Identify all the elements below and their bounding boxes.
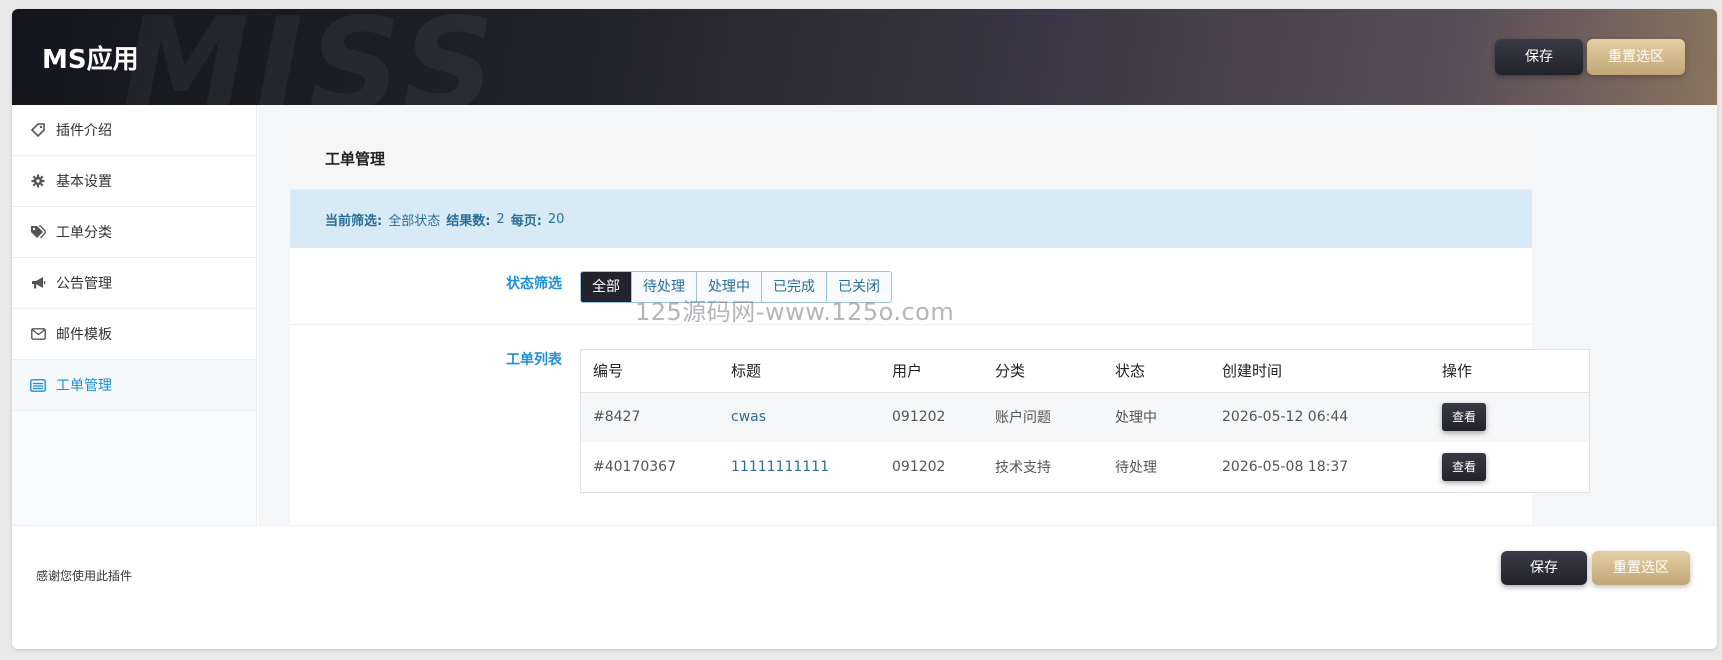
- view-ticket-button[interactable]: 查看: [1442, 453, 1486, 481]
- footer-reset-button[interactable]: 重置选区: [1592, 551, 1690, 585]
- sidebar-item-label: 工单管理: [56, 378, 112, 394]
- site-watermark: 125源码网-www.125o.com: [635, 298, 955, 326]
- ticket-title-link[interactable]: 11111111111: [731, 459, 829, 475]
- ticket-user: 091202: [892, 459, 946, 475]
- ticket-id: #8427: [581, 392, 719, 442]
- app-header: MISS MS应用 保存 重置选区: [12, 9, 1717, 105]
- sidebar-item-announcements[interactable]: 公告管理: [12, 258, 256, 309]
- ticket-category: 账户问题: [983, 392, 1103, 442]
- sidebar-item-email-templates[interactable]: 邮件模板: [12, 309, 256, 360]
- sidebar-item-label: 插件介绍: [56, 123, 112, 139]
- column-header-created: 创建时间: [1210, 350, 1430, 393]
- view-ticket-button[interactable]: 查看: [1442, 403, 1486, 432]
- table-row: #8427 cwas 091202 账户问题 处理中 2026-05-12 06…: [581, 392, 1589, 442]
- sidebar-item-label: 工单分类: [56, 225, 112, 241]
- sidebar-item-plugin-intro[interactable]: 插件介绍: [12, 105, 256, 156]
- column-header-status: 状态: [1103, 350, 1210, 393]
- ticket-category: 技术支持: [995, 460, 1051, 476]
- sidebar-item-label: 基本设置: [56, 174, 112, 190]
- ticket-created: 2026-05-12 06:44: [1210, 392, 1430, 442]
- ticket-status: 处理中: [1103, 392, 1210, 442]
- status-filter-label: 状态筛选: [506, 276, 562, 292]
- result-count-label: 结果数:: [446, 213, 491, 229]
- column-header-action: 操作: [1430, 350, 1589, 393]
- main-content: 工单管理 当前筛选: 全部状态 结果数: 2 每页: 20 状态筛选 全部 待处…: [258, 105, 1717, 525]
- status-option-all[interactable]: 全部: [581, 272, 632, 302]
- app-footer: 感谢您使用此插件 保存 重置选区: [12, 525, 1717, 649]
- ticket-action-cell: 查看: [1430, 442, 1589, 492]
- header-reset-button[interactable]: 重置选区: [1587, 39, 1685, 75]
- ticket-id: #40170367: [593, 459, 676, 475]
- ticket-list-label: 工单列表: [506, 352, 562, 368]
- table-row: #40170367 11111111111 091202 技术支持 待处理 20…: [581, 442, 1589, 492]
- sidebar-item-label: 邮件模板: [56, 327, 112, 343]
- current-filter-value: 全部状态: [388, 213, 441, 229]
- ticket-status: 待处理: [1115, 460, 1157, 476]
- ticket-action-cell: 查看: [1430, 392, 1589, 442]
- ticket-title-cell: 11111111111: [719, 442, 880, 492]
- footer-thanks-text: 感谢您使用此插件: [36, 569, 133, 583]
- sidebar-item-ticket-categories[interactable]: 工单分类: [12, 207, 256, 258]
- per-page-label: 每页:: [510, 213, 542, 229]
- tag-icon: [30, 122, 46, 138]
- sidebar-item-ticket-management[interactable]: 工单管理: [12, 360, 256, 411]
- ticket-table: 编号 标题 用户 分类 状态 创建时间 操作 #8427 cwas 091202…: [580, 349, 1590, 493]
- table-header-row: 编号 标题 用户 分类 状态 创建时间 操作: [581, 350, 1589, 393]
- current-filter-label: 当前筛选:: [325, 213, 383, 229]
- column-header-user: 用户: [880, 350, 983, 393]
- panel-title: 工单管理: [290, 127, 1532, 190]
- sidebar-item-label: 公告管理: [56, 276, 112, 292]
- gear-icon: [30, 173, 46, 189]
- footer-save-button[interactable]: 保存: [1501, 551, 1587, 585]
- ticket-created: 2026-05-08 18:37: [1222, 459, 1349, 475]
- tags-icon: [30, 224, 46, 240]
- ticket-user: 091202: [880, 392, 983, 442]
- app-title: MS应用: [42, 45, 139, 75]
- megaphone-icon: [30, 275, 46, 291]
- sidebar-item-basic-settings[interactable]: 基本设置: [12, 156, 256, 207]
- header-watermark: MISS: [122, 9, 501, 105]
- column-header-category: 分类: [983, 350, 1103, 393]
- ticket-title-cell: cwas: [719, 392, 880, 442]
- ticket-title-link[interactable]: cwas: [731, 409, 766, 425]
- column-header-title: 标题: [719, 350, 880, 393]
- per-page-value: 20: [547, 211, 565, 227]
- sidebar: 插件介绍 基本设置 工单分类 公告管理 邮件模板 工单管理: [12, 105, 257, 525]
- filter-summary: 当前筛选: 全部状态 结果数: 2 每页: 20: [290, 190, 1532, 248]
- result-count-value: 2: [496, 211, 505, 227]
- envelope-icon: [30, 326, 46, 342]
- list-icon: [30, 377, 46, 393]
- app-window: MISS MS应用 保存 重置选区 插件介绍 基本设置 工单分类 公告管理 邮件…: [12, 9, 1717, 649]
- header-save-button[interactable]: 保存: [1495, 39, 1583, 75]
- ticket-panel: 工单管理 当前筛选: 全部状态 结果数: 2 每页: 20 状态筛选 全部 待处…: [290, 127, 1590, 525]
- column-header-id: 编号: [581, 350, 719, 393]
